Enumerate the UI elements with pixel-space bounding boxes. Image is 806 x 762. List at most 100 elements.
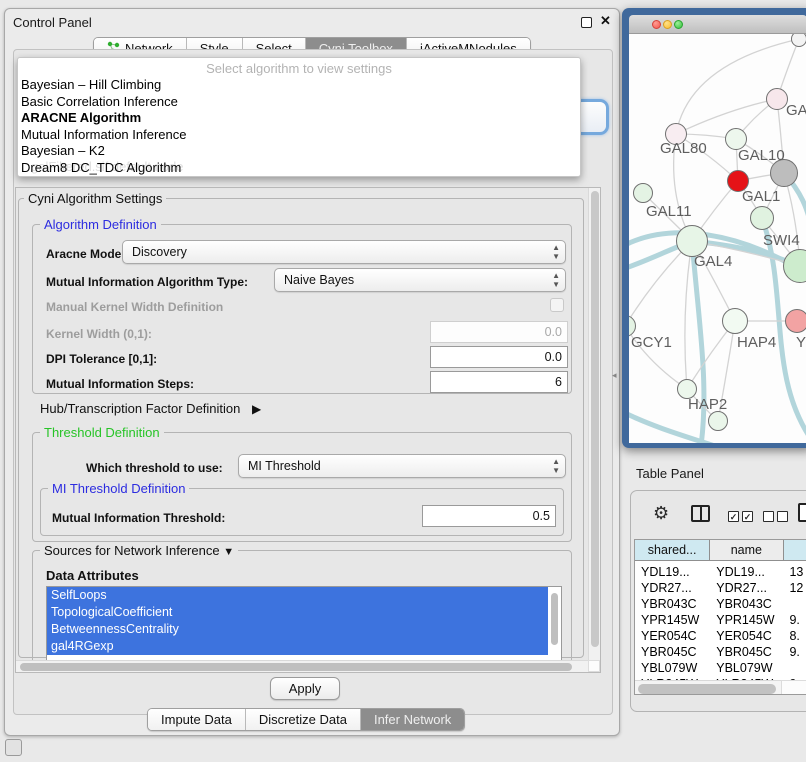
table-cell: YDR27... — [635, 580, 710, 596]
node-table: shared... name YDL19... YDL19... 13 YDR2… — [634, 539, 806, 695]
table-cell: YBR043C — [635, 596, 710, 612]
float-panel-icon[interactable] — [581, 17, 592, 28]
table-row[interactable]: YDL19... YDL19... 13 — [635, 564, 806, 580]
mi-type-combo[interactable]: Naive Bayes ▲▼ — [274, 268, 566, 292]
mi-threshold-field[interactable]: 0.5 — [422, 505, 556, 527]
tab-discretize-data[interactable]: Discretize Data — [246, 709, 361, 730]
table-cell: YER054C — [635, 628, 710, 644]
close-window-icon[interactable] — [652, 20, 661, 29]
aracne-mode-label: Aracne Mode: — [46, 247, 125, 261]
network-node[interactable] — [722, 308, 748, 334]
aracne-mode-combo[interactable]: Discovery ▲▼ — [122, 240, 566, 264]
apply-button[interactable]: Apply — [270, 677, 340, 700]
table-cell: YBL079W — [710, 660, 783, 676]
table-row[interactable]: YBL079W YBL079W — [635, 660, 806, 676]
tab-discretize-data-label: Discretize Data — [259, 712, 347, 727]
network-window-titlebar[interactable] — [629, 15, 806, 34]
network-node[interactable] — [766, 88, 788, 110]
close-panel-icon[interactable]: ✕ — [600, 13, 611, 29]
kernel-width-field: 0.0 — [430, 321, 568, 343]
table-cell: 9. — [783, 612, 806, 628]
table-cell — [783, 660, 806, 676]
table-cell: 8. — [783, 628, 806, 644]
table-row[interactable]: YER054C YER054C 8. — [635, 628, 806, 644]
table-cell — [783, 596, 806, 612]
dropdown-item-selected[interactable]: ARACNE Algorithm — [18, 110, 580, 127]
settings-vscroll-thumb[interactable] — [591, 191, 599, 647]
table-scrollbar-corner — [781, 680, 806, 695]
table-cell: YDL19... — [635, 564, 710, 580]
table-cell: YPR145W — [635, 612, 710, 628]
tab-infer-network[interactable]: Infer Network — [361, 709, 464, 730]
network-node[interactable] — [785, 309, 806, 333]
list-vertical-scrollbar[interactable] — [551, 593, 558, 645]
dropdown-placeholder: Select algorithm to view settings — [18, 60, 580, 77]
settings-hscroll-thumb[interactable] — [20, 663, 572, 671]
table-hscroll-track[interactable] — [635, 680, 781, 695]
settings-vscroll-track[interactable] — [588, 188, 600, 660]
table-cell: 13 — [783, 564, 806, 580]
network-node[interactable] — [633, 183, 653, 203]
mi-threshold-label: Mutual Information Threshold: — [52, 511, 225, 525]
control-panel-window: Control Panel ✕ Network Style Select Cyn… — [4, 8, 620, 736]
gear-icon[interactable]: ⚙ — [653, 503, 669, 524]
zoom-window-icon[interactable] — [674, 20, 683, 29]
manual-kernel-label: Manual Kernel Width Definition — [46, 300, 223, 314]
settings-hscroll-track[interactable] — [16, 660, 588, 672]
dropdown-item[interactable]: Bayesian – K2 — [18, 143, 580, 160]
mi-steps-field[interactable]: 6 — [430, 371, 568, 393]
table-cell: YBR045C — [635, 644, 710, 660]
splitpane-collapse-handle[interactable]: ◂ — [612, 370, 617, 381]
minimized-panel-icon[interactable] — [5, 739, 22, 756]
attribute-item[interactable]: SelfLoops — [47, 587, 548, 604]
node-label: Y — [796, 334, 806, 351]
minimize-window-icon[interactable] — [663, 20, 672, 29]
manual-kernel-checkbox — [550, 298, 564, 312]
tab-impute-data[interactable]: Impute Data — [148, 709, 246, 730]
select-all-checkboxes-icon[interactable]: ✓✓ — [728, 508, 756, 526]
data-attributes-list: SelfLoops TopologicalCoefficient Between… — [46, 586, 562, 662]
which-threshold-label: Which threshold to use: — [86, 461, 223, 475]
network-node[interactable] — [708, 411, 728, 431]
table-cell: YBR043C — [710, 596, 783, 612]
network-canvas[interactable]: GAL GAL80 GAL10 GAL1 GAL11 SWI4 GAL4 GCY… — [629, 34, 806, 443]
attribute-item[interactable]: BetweennessCentrality — [47, 621, 548, 638]
table-cell: YBL079W — [635, 660, 710, 676]
split-columns-icon[interactable] — [691, 505, 710, 522]
dropdown-item[interactable]: Bayesian – Hill Climbing — [18, 77, 580, 94]
hub-definition-label: Hub/Transcription Factor Definition — [40, 401, 240, 416]
network-view-window: GAL GAL80 GAL10 GAL1 GAL11 SWI4 GAL4 GCY… — [622, 8, 806, 448]
table-cell: 9. — [783, 644, 806, 660]
table-cell: YPR145W — [710, 612, 783, 628]
hub-definition-toggle[interactable]: Hub/Transcription Factor Definition ▶ — [40, 401, 261, 416]
table-row[interactable]: YBR045C YBR045C 9. — [635, 644, 806, 660]
table-hscroll-thumb[interactable] — [638, 684, 776, 694]
network-node[interactable] — [750, 206, 774, 230]
table-row[interactable]: YDR27... YDR27... 12 — [635, 580, 806, 596]
table-row[interactable]: YBR043C YBR043C — [635, 596, 806, 612]
column-header[interactable]: shared... — [635, 540, 710, 561]
column-header[interactable]: name — [710, 540, 783, 561]
dropdown-item[interactable]: Mutual Information Inference — [18, 127, 580, 144]
node-label: HAP2 — [688, 396, 727, 413]
scrollbar-corner — [588, 660, 600, 672]
dpi-tolerance-field[interactable]: 0.0 — [430, 346, 568, 368]
which-threshold-combo[interactable]: MI Threshold ▲▼ — [238, 454, 566, 478]
data-attributes-label: Data Attributes — [46, 568, 139, 583]
attribute-item[interactable]: gal4RGexp — [47, 638, 548, 655]
which-threshold-value: MI Threshold — [248, 459, 321, 473]
dropdown-item[interactable]: Basic Correlation Inference — [18, 94, 580, 111]
network-combo-ghost-value: galFiltered.sif default node — [31, 159, 183, 174]
table-row[interactable]: YPR145W YPR145W 9. — [635, 612, 806, 628]
attribute-item[interactable]: TopologicalCoefficient — [47, 604, 548, 621]
algorithm-definition-title: Algorithm Definition — [40, 218, 161, 231]
table-cell: 12 — [783, 580, 806, 596]
deselect-all-checkboxes-icon[interactable] — [763, 508, 791, 526]
mi-threshold-group-title: MI Threshold Definition — [48, 482, 189, 495]
combo-arrows-icon: ▲▼ — [552, 243, 560, 261]
new-table-icon[interactable] — [798, 503, 806, 522]
table-cell: YDL19... — [710, 564, 783, 580]
sources-group-title[interactable]: Sources for Network Inference ▼ — [40, 544, 238, 559]
column-header[interactable] — [784, 540, 806, 561]
network-node[interactable] — [791, 34, 806, 47]
